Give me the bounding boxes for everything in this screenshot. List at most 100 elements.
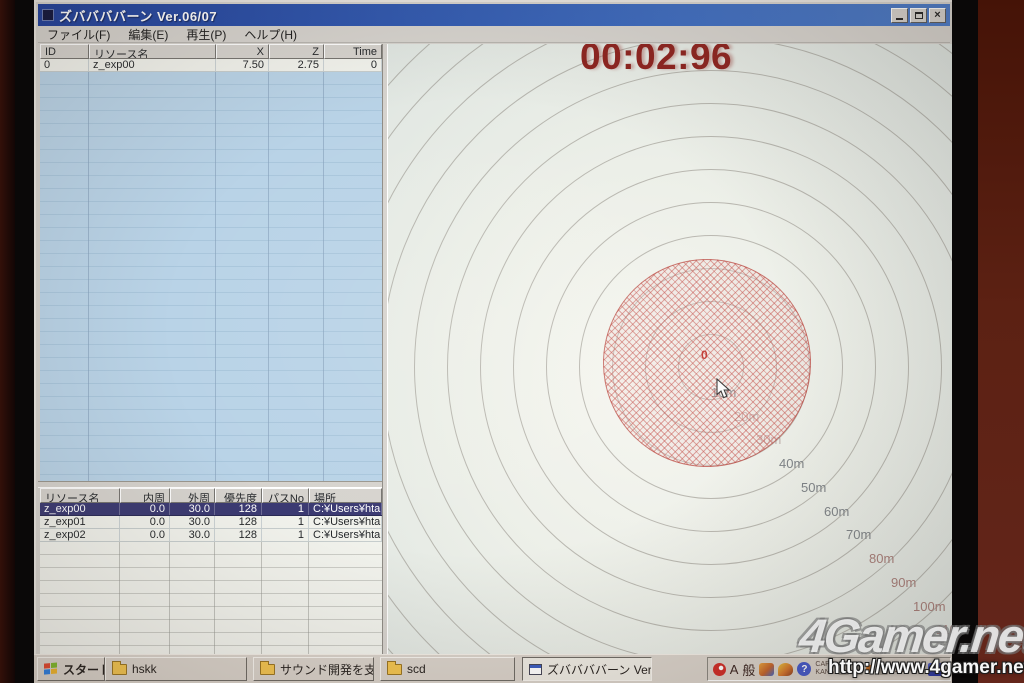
table-cell: 128: [215, 529, 262, 541]
table-row[interactable]: z_exp020.030.01281C:¥Users¥htar: [40, 529, 382, 542]
start-button-label: スタート: [63, 661, 105, 678]
photo-of-projected-screen: ズババババーン Ver.06/07 × ファイル(F)編集(E)再生(P)ヘルプ…: [0, 0, 1024, 683]
ime-language-icon[interactable]: [713, 663, 726, 676]
column-header[interactable]: 場所: [309, 488, 382, 503]
window-icon: [529, 664, 542, 675]
table-cell: C:¥Users¥htar: [309, 529, 382, 541]
mouse-cursor: [716, 378, 732, 400]
column-header[interactable]: パスNo: [262, 488, 309, 503]
window-icon-bar: [530, 665, 541, 668]
app-window: ズババババーン Ver.06/07 × ファイル(F)編集(E)再生(P)ヘルプ…: [34, 0, 952, 683]
taskbar-item-label: scd: [407, 662, 426, 676]
folder-icon: [260, 664, 275, 675]
menu-bar: ファイル(F)編集(E)再生(P)ヘルプ(H): [38, 26, 950, 43]
column-gridline: [323, 72, 324, 481]
menu-item[interactable]: 編集(E): [119, 26, 177, 43]
empty-rows-area: [40, 542, 382, 656]
column-gridline: [261, 542, 262, 656]
minimize-icon: [896, 18, 903, 20]
table-cell: z_exp01: [40, 516, 120, 528]
table-cell: 2.75: [269, 59, 324, 71]
taskbar-item[interactable]: hskk: [105, 657, 247, 681]
column-header[interactable]: 外周: [170, 488, 215, 503]
menu-item[interactable]: 再生(P): [177, 26, 235, 43]
column-gridline: [215, 72, 216, 481]
table-cell: 1: [262, 529, 309, 541]
window-title: ズババババーン Ver.06/07: [59, 6, 217, 25]
table-cell: 7.50: [216, 59, 269, 71]
ime-tools-icon[interactable]: [778, 663, 793, 676]
folder-icon: [387, 664, 402, 675]
minimize-button[interactable]: [891, 8, 908, 23]
table-header: リソース名内周外周優先度パスNo場所: [40, 488, 382, 503]
table-cell: z_exp02: [40, 529, 120, 541]
maximize-icon: [915, 12, 923, 19]
table-cell: 30.0: [170, 529, 215, 541]
table-cell: C:¥Users¥htar: [309, 516, 382, 528]
windows-logo-icon: [44, 662, 58, 675]
column-header[interactable]: X: [216, 44, 269, 59]
distance-radar-view[interactable]: 10m20m30m40m50m60m70m80m90m100m110m000:0…: [388, 44, 952, 656]
taskbar-item[interactable]: サウンド開発を支えるツ...: [253, 657, 374, 681]
table-cell: 30.0: [170, 516, 215, 528]
title-bar[interactable]: ズババババーン Ver.06/07 ×: [38, 4, 950, 26]
column-header[interactable]: リソース名: [40, 488, 120, 503]
projected-windows-desktop: ズババババーン Ver.06/07 × ファイル(F)編集(E)再生(P)ヘルプ…: [34, 0, 952, 683]
start-button[interactable]: スタート: [37, 657, 105, 681]
table-cell: z_exp00: [89, 59, 216, 71]
table-cell: 0: [324, 59, 382, 71]
column-header[interactable]: 内周: [120, 488, 170, 503]
4gamer-watermark-logo: 4Gamer.net: [797, 608, 1024, 663]
close-icon: ×: [934, 10, 940, 21]
taskbar-item[interactable]: scd: [380, 657, 515, 681]
table-cell: 30.0: [170, 503, 215, 515]
column-header[interactable]: Time: [324, 44, 382, 59]
maximize-button[interactable]: [910, 8, 927, 23]
column-gridline: [308, 542, 309, 656]
column-gridline: [214, 542, 215, 656]
origin-marker: 0: [701, 348, 708, 362]
4gamer-watermark-url: http://www.4gamer.net/: [828, 657, 1024, 679]
close-button[interactable]: ×: [929, 8, 946, 23]
menu-item[interactable]: ファイル(F): [38, 26, 119, 43]
column-header[interactable]: 優先度: [215, 488, 262, 503]
playback-timer: 00:02:96: [580, 44, 732, 78]
app-icon: [42, 9, 54, 21]
column-gridline: [119, 542, 120, 656]
column-header[interactable]: Z: [269, 44, 324, 59]
table-cell: 0.0: [120, 516, 170, 528]
table-cell: 1: [262, 503, 309, 515]
column-header[interactable]: リソース名: [89, 44, 216, 59]
resource-table[interactable]: IDリソース名XZTime0z_exp007.502.750: [40, 44, 382, 481]
sound-range-circle: [603, 259, 811, 467]
table-cell: 1: [262, 516, 309, 528]
playback-resource-table[interactable]: リソース名内周外周優先度パスNo場所z_exp000.030.01281C:¥U…: [40, 488, 382, 656]
table-cell: z_exp00: [40, 503, 120, 515]
ime-pad-icon[interactable]: [759, 663, 774, 676]
table-row[interactable]: z_exp000.030.01281C:¥Users¥htar: [40, 503, 382, 516]
column-gridline: [169, 542, 170, 656]
table-header: IDリソース名XZTime: [40, 44, 382, 59]
table-row[interactable]: z_exp010.030.01281C:¥Users¥htar: [40, 516, 382, 529]
taskbar-item[interactable]: ズババババーン Ver....: [522, 657, 652, 681]
wall-background-left: [0, 0, 15, 683]
ime-input-mode[interactable]: A: [730, 662, 739, 677]
table-row[interactable]: 0z_exp007.502.750: [40, 59, 382, 72]
taskbar-item-label: ズババババーン Ver....: [547, 661, 652, 678]
table-cell: 0: [40, 59, 89, 71]
table-cell: 0.0: [120, 529, 170, 541]
ime-conversion-mode[interactable]: 般: [742, 660, 755, 679]
taskbar-item-label: hskk: [132, 662, 157, 676]
column-header[interactable]: ID: [40, 44, 89, 59]
table-cell: 0.0: [120, 503, 170, 515]
table-cell: C:¥Users¥htar: [309, 503, 382, 515]
folder-icon: [112, 664, 127, 675]
wall-background-right: [978, 0, 1024, 683]
ime-help-icon[interactable]: ?: [797, 662, 811, 676]
table-splitter[interactable]: [38, 481, 384, 488]
taskbar-item-label: サウンド開発を支えるツ...: [280, 661, 374, 678]
table-cell: 128: [215, 516, 262, 528]
column-gridline: [88, 72, 89, 481]
menu-item[interactable]: ヘルプ(H): [235, 26, 306, 43]
column-gridline: [268, 72, 269, 481]
